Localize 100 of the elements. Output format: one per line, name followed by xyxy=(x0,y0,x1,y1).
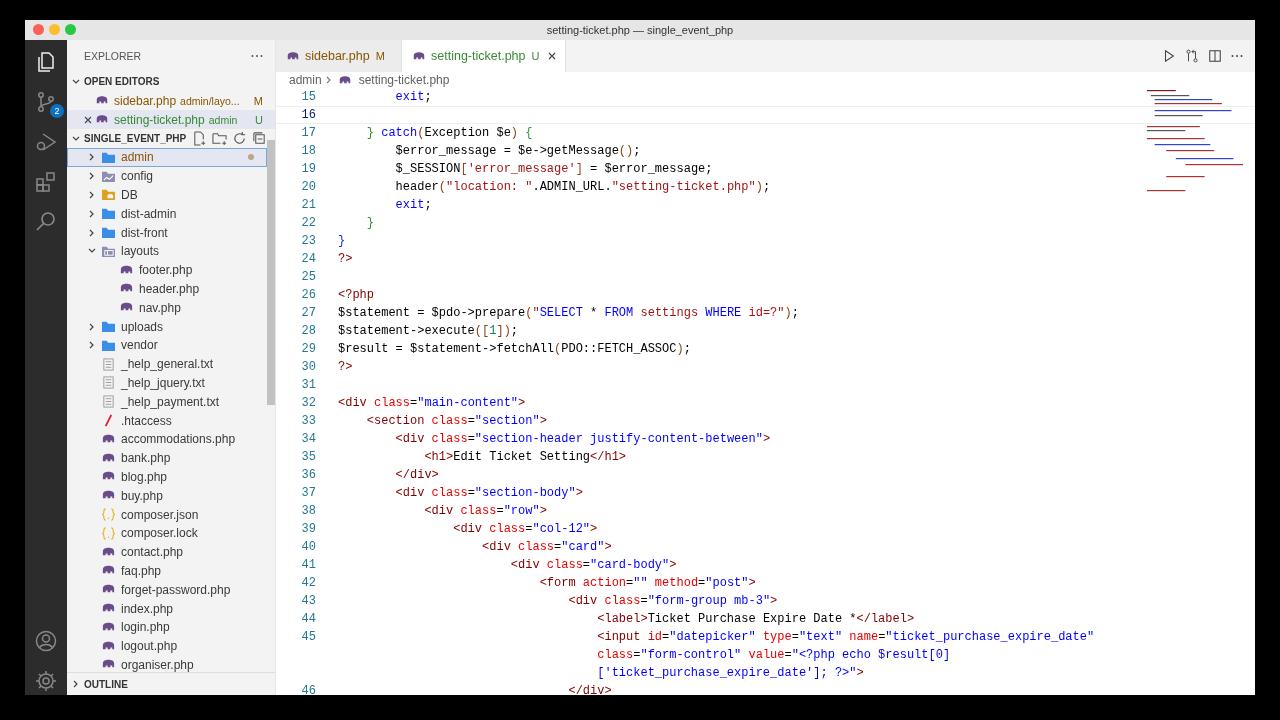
file-tree-item[interactable]: composer.lock xyxy=(67,523,267,543)
file-tree-item[interactable]: bank.php xyxy=(67,448,267,468)
file-path: admin/layo... xyxy=(180,94,240,107)
code-line: ?> xyxy=(338,252,353,266)
editor-tab[interactable]: sidebar.php M xyxy=(276,40,402,72)
account-icon[interactable] xyxy=(34,629,58,653)
line-number: 20 xyxy=(301,180,316,194)
open-editor-item[interactable]: setting-ticket.php admin U xyxy=(67,110,275,129)
code-line: <div class="card"> xyxy=(481,540,612,554)
more-icon[interactable] xyxy=(1231,54,1243,58)
code-line: <div class="section-header justify-content-between"> xyxy=(394,432,771,446)
code-line: <section class="section"> xyxy=(365,414,547,428)
folder-icon xyxy=(101,150,116,164)
file-tree-item[interactable]: _help_general.txt xyxy=(67,354,267,374)
file-tree-item[interactable]: login.php xyxy=(67,617,267,637)
extensions-icon[interactable] xyxy=(34,170,58,194)
file-tree-item[interactable]: uploads xyxy=(67,317,267,336)
file-tree-item[interactable]: header.php xyxy=(67,279,267,299)
file-tree-item[interactable]: dist-admin xyxy=(67,204,267,224)
line-number: 23 xyxy=(301,234,316,248)
file-name: vendor xyxy=(121,338,158,353)
line-number: 21 xyxy=(301,198,316,212)
scrollbar-thumb[interactable] xyxy=(267,140,275,405)
code-line: header("location: ".ADMIN_URL."setting-ticket.php"); xyxy=(394,180,771,194)
file-tree-item[interactable]: .htaccess xyxy=(67,411,267,430)
file-name: dist-front xyxy=(121,225,168,240)
code-line: $error_message = $e->getMessage(); xyxy=(394,144,641,158)
breadcrumb-item[interactable]: setting-ticket.php xyxy=(358,73,450,87)
file-tree-item[interactable]: buy.php xyxy=(67,486,267,506)
line-number: 36 xyxy=(301,468,316,482)
compare-changes-icon[interactable] xyxy=(1185,49,1199,63)
new-file-icon[interactable] xyxy=(192,131,207,146)
section-header[interactable]: SINGLE_EVENT_PHP xyxy=(84,133,187,144)
refresh-icon[interactable] xyxy=(232,131,247,146)
file-tree-item[interactable]: _help_jquery.txt xyxy=(67,373,267,393)
collapse-all-icon[interactable] xyxy=(252,131,267,146)
file-tree-item[interactable]: footer.php xyxy=(67,260,267,280)
file-tree-item[interactable]: faq.php xyxy=(67,561,267,581)
split-editor-icon[interactable] xyxy=(1208,49,1222,63)
new-folder-icon[interactable] xyxy=(212,131,227,146)
code-line: <form action="" method="post"> xyxy=(538,576,756,590)
close-icon[interactable] xyxy=(547,51,558,61)
git-status: U xyxy=(255,113,263,126)
file-tree-item[interactable]: nav.php xyxy=(67,298,267,318)
code-line: </div> xyxy=(567,684,612,695)
line-number: 22 xyxy=(301,216,316,230)
file-tree-item[interactable]: config xyxy=(67,166,267,186)
line-number: 45 xyxy=(301,630,316,644)
run-debug-icon[interactable] xyxy=(34,130,58,154)
more-icon[interactable] xyxy=(251,54,263,58)
line-number: 26 xyxy=(301,288,316,302)
text-file-icon xyxy=(101,376,116,390)
file-tree-item[interactable]: DB xyxy=(67,185,267,205)
code-line: <?php xyxy=(338,288,374,302)
explorer-title: EXPLORER xyxy=(84,50,142,62)
file-tree-item[interactable]: blog.php xyxy=(67,467,267,487)
elephant-icon xyxy=(95,114,109,125)
file-name: bank.php xyxy=(121,451,171,466)
file-name: login.php xyxy=(121,620,170,635)
editor-tab[interactable]: setting-ticket.php U xyxy=(402,40,567,72)
file-tree-item[interactable]: composer.json xyxy=(67,505,267,524)
file-tree-item[interactable]: accommodations.php xyxy=(67,429,267,449)
play-icon[interactable] xyxy=(1162,49,1176,63)
line-number: 37 xyxy=(301,486,316,500)
open-editor-item[interactable]: sidebar.php admin/layo... M xyxy=(67,91,275,110)
code-line: <div class="main-content"> xyxy=(338,396,526,410)
file-name: sidebar.php xyxy=(114,93,177,108)
database-folder-icon xyxy=(101,188,116,202)
file-tree-item[interactable]: dist-front xyxy=(67,223,267,242)
file-tree-item[interactable]: forget-password.php xyxy=(67,580,267,600)
file-tree-item[interactable]: admin xyxy=(67,148,267,167)
settings-icon[interactable] xyxy=(34,669,58,693)
code-line: <div class="form-group mb-3"> xyxy=(567,594,778,608)
file-tree-item[interactable]: vendor xyxy=(67,335,267,355)
file-tree-item[interactable]: logout.php xyxy=(67,636,267,656)
file-name: accommodations.php xyxy=(121,432,236,447)
elephant-icon xyxy=(286,50,300,62)
file-tree-item[interactable]: layouts xyxy=(67,242,267,261)
line-number: 15 xyxy=(301,90,316,104)
section-header[interactable]: OPEN EDITORS xyxy=(84,76,160,87)
file-name: uploads xyxy=(121,319,164,334)
line-number: 39 xyxy=(301,522,316,536)
code-line: exit; xyxy=(394,90,432,104)
file-tree-item[interactable]: organiser.php xyxy=(67,655,267,672)
file-name: header.php xyxy=(139,281,200,296)
section-header[interactable]: OUTLINE xyxy=(84,678,128,690)
code-line: } xyxy=(338,234,346,248)
git-status: M xyxy=(253,94,263,107)
file-tree-item[interactable]: index.php xyxy=(67,599,267,618)
line-number: 40 xyxy=(301,540,316,554)
file-tree-item[interactable]: _help_payment.txt xyxy=(67,392,267,412)
close-icon[interactable] xyxy=(83,114,93,125)
file-tree-item[interactable]: contact.php xyxy=(67,542,267,562)
tab-label: setting-ticket.php xyxy=(431,49,526,63)
file-name: _help_jquery.txt xyxy=(121,375,205,390)
breadcrumb-item[interactable]: admin xyxy=(289,73,322,87)
file-name: .htaccess xyxy=(121,413,172,428)
line-number: 30 xyxy=(301,360,316,374)
file-name: footer.php xyxy=(139,263,193,278)
file-name: forget-password.php xyxy=(121,582,231,597)
